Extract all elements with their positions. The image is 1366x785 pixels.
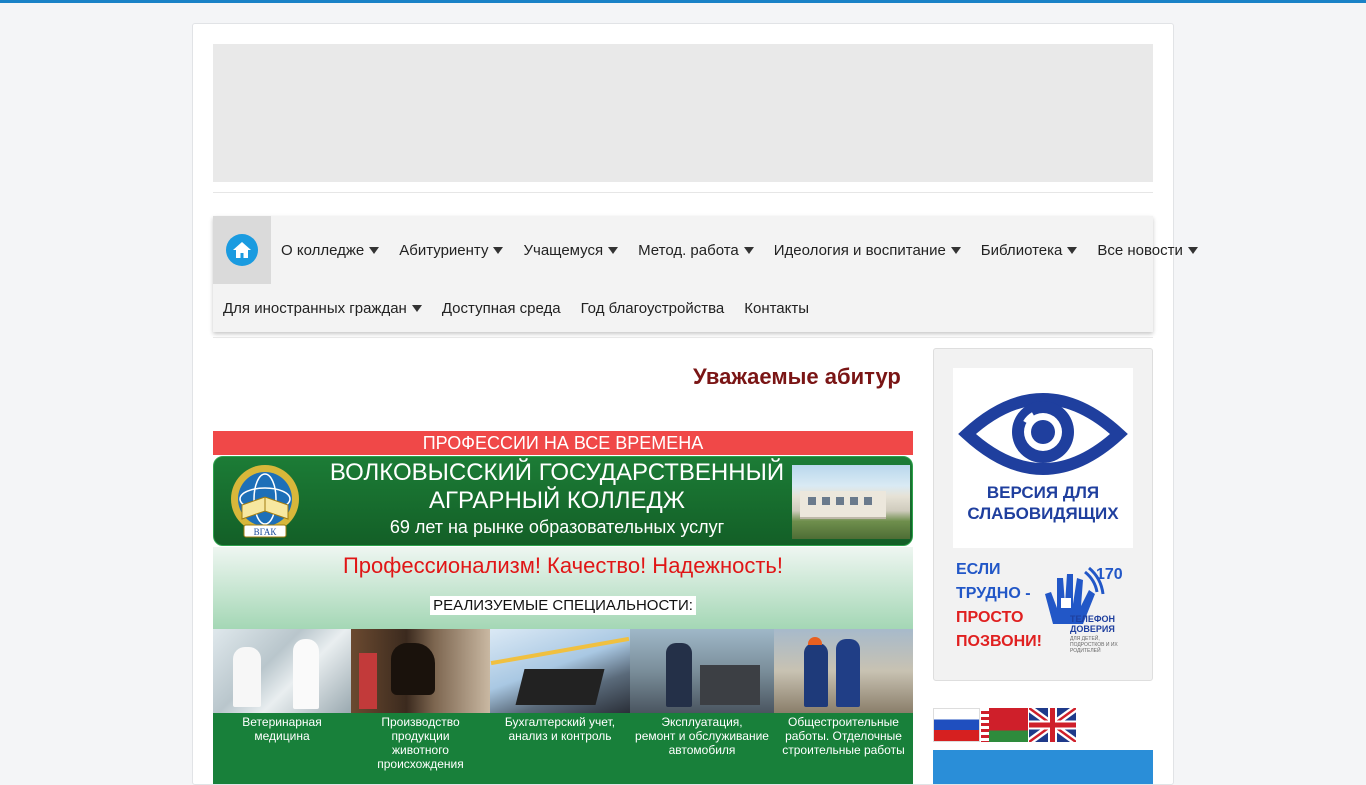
home-button[interactable] (213, 216, 271, 284)
nav-item-label: Доступная среда (441, 299, 561, 317)
home-icon (226, 234, 258, 266)
page-container: О колледже Абитуриенту Учащемуся Метод. раб… (192, 23, 1198, 785)
nav-item-row1-4[interactable]: Идеология и воспитание (764, 216, 971, 284)
specialty-photos (213, 629, 913, 713)
caret-down-icon (1067, 246, 1078, 254)
low-vision-caption: ВЕРСИЯ ДЛЯ СЛАБОВИДЯЩИХ (967, 483, 1119, 523)
college-building-photo (792, 465, 910, 539)
specialty-caption: Эксплуатация, ремонт и обслуживание автомо… (635, 715, 769, 757)
nav-item-row2-2[interactable]: Год благоустройства (571, 284, 735, 332)
photo-accounting (490, 629, 630, 713)
flag-belarus-icon[interactable] (981, 708, 1028, 742)
nav-item-row1-6[interactable]: Все новости (1087, 216, 1208, 284)
nav-item-label: Для иностранных граждан (223, 299, 407, 317)
specialty-caption: Общестроительные работы. Отделочные строит… (782, 715, 905, 757)
nav-item-row2-3[interactable]: Контакты (734, 284, 819, 332)
helpline-text: ЕСЛИ ТРУДНО - ПРОСТО ПОЗВОНИ! (956, 561, 1042, 650)
college-poster[interactable]: ПРОФЕССИИ НА ВСЕ ВРЕМЕНА ВГАК ВОЛКОВЫССК… (213, 431, 913, 784)
nav-item-label: Все новости (1097, 241, 1183, 259)
poster-slogan-area: Профессионализм! Качество! Надежность! Р… (213, 547, 913, 629)
college-logo-icon: ВГАК (231, 465, 299, 538)
nav-item-row2-0[interactable]: Для иностранных граждан (213, 284, 432, 332)
caret-down-icon (493, 246, 504, 254)
caret-down-icon (608, 246, 619, 254)
header-banner (213, 44, 1153, 182)
helpline-number: 170 (1096, 566, 1123, 583)
flag-russia-icon[interactable] (933, 708, 980, 742)
divider (213, 192, 1153, 193)
caret-down-icon (1187, 246, 1198, 254)
nav-row-primary: О колледже Абитуриенту Учащемуся Метод. раб… (271, 216, 1208, 284)
nav-item-row2-1[interactable]: Доступная среда (432, 284, 571, 332)
nav-item-row1-0[interactable]: О колледже (271, 216, 389, 284)
eye-icon (958, 393, 1128, 475)
poster-top-bar: ПРОФЕССИИ НА ВСЕ ВРЕМЕНА (213, 431, 913, 455)
photo-veterinary (213, 629, 351, 713)
nav-item-label: Год благоустройства (580, 299, 725, 317)
announcement-marquee: Уважаемые абитур (213, 364, 913, 392)
specialty-captions: Ветеринарная медицина Производство продукц… (213, 713, 913, 784)
caret-down-icon (743, 246, 754, 254)
flag-uk-icon[interactable] (1029, 708, 1076, 742)
poster-title-line2: АГРАРНЫЙ КОЛЛЕДЖ (429, 487, 685, 514)
nav-item-label: Библиотека (980, 241, 1063, 259)
helpline-note: ДЛЯ ДЕТЕЙ, ПОДРОСТКОВ И ИХ РОДИТЕЛЕЙ (1070, 636, 1118, 654)
nav-item-label: Идеология и воспитание (773, 241, 946, 259)
top-accent-line (0, 0, 1366, 3)
poster-title-line1: ВОЛКОВЫССКИЙ ГОСУДАРСТВЕННЫЙ (329, 459, 785, 486)
specialty-caption: Производство продукции животного происхож… (377, 715, 464, 771)
nav-item-row1-2[interactable]: Учащемуся (513, 216, 628, 284)
low-vision-link[interactable]: ВЕРСИЯ ДЛЯ СЛАБОВИДЯЩИХ (953, 368, 1133, 548)
divider (213, 337, 1153, 338)
specialty-caption: Бухгалтерский учет, анализ и контроль (504, 715, 616, 743)
caret-down-icon (411, 304, 422, 312)
sidebar: ВЕРСИЯ ДЛЯ СЛАБОВИДЯЩИХ ЕСЛИ ТРУДНО - ПР… (933, 348, 1153, 681)
helpline-label: ТЕЛЕФОН ДОВЕРИЯ (1070, 614, 1115, 634)
nav-item-row1-1[interactable]: Абитуриенту (389, 216, 513, 284)
specialties-heading: РЕАЛИЗУЕМЫЕ СПЕЦИАЛЬНОСТИ: (213, 596, 913, 615)
photo-automobile (630, 629, 774, 713)
nav-item-row1-3[interactable]: Метод. работа (628, 216, 764, 284)
poster-title: ВОЛКОВЫССКИЙ ГОСУДАРСТВЕННЫЙ АГРАРНЫЙ КО… (314, 459, 800, 539)
nav-item-label: Контакты (744, 299, 810, 317)
specialty-caption: Ветеринарная медицина (242, 715, 322, 743)
poster-subtitle: 69 лет на рынке образовательных услуг (389, 517, 725, 537)
nav-item-label: Метод. работа (638, 241, 739, 259)
photo-construction (774, 629, 913, 713)
nav-row-secondary: Для иностранных граждан Доступная среда Го… (213, 284, 819, 332)
sidebar-banner[interactable] (933, 750, 1153, 784)
poster-slogan: Профессионализм! Качество! Надежность! (342, 553, 784, 578)
caret-down-icon (950, 246, 961, 254)
nav-item-label: О колледже (281, 241, 365, 259)
caret-down-icon (369, 246, 380, 254)
marquee-text: Уважаемые абитур (693, 364, 901, 389)
main-nav: О колледже Абитуриенту Учащемуся Метод. раб… (213, 216, 1198, 332)
language-switcher (933, 708, 1076, 742)
helpline-link[interactable]: ЕСЛИ ТРУДНО - ПРОСТО ПОЗВОНИ! 170 ТЕЛЕФО… (953, 556, 1133, 656)
nav-item-label: Абитуриенту (399, 241, 489, 259)
nav-item-label: Учащемуся (523, 241, 604, 259)
svg-text:ВГАК: ВГАК (254, 527, 278, 537)
poster-header: ВГАК ВОЛКОВЫССКИЙ ГОСУДАРСТВЕННЫЙ АГРАРН… (213, 456, 913, 546)
nav-item-row1-5[interactable]: Библиотека (971, 216, 1088, 284)
photo-livestock (351, 629, 490, 713)
